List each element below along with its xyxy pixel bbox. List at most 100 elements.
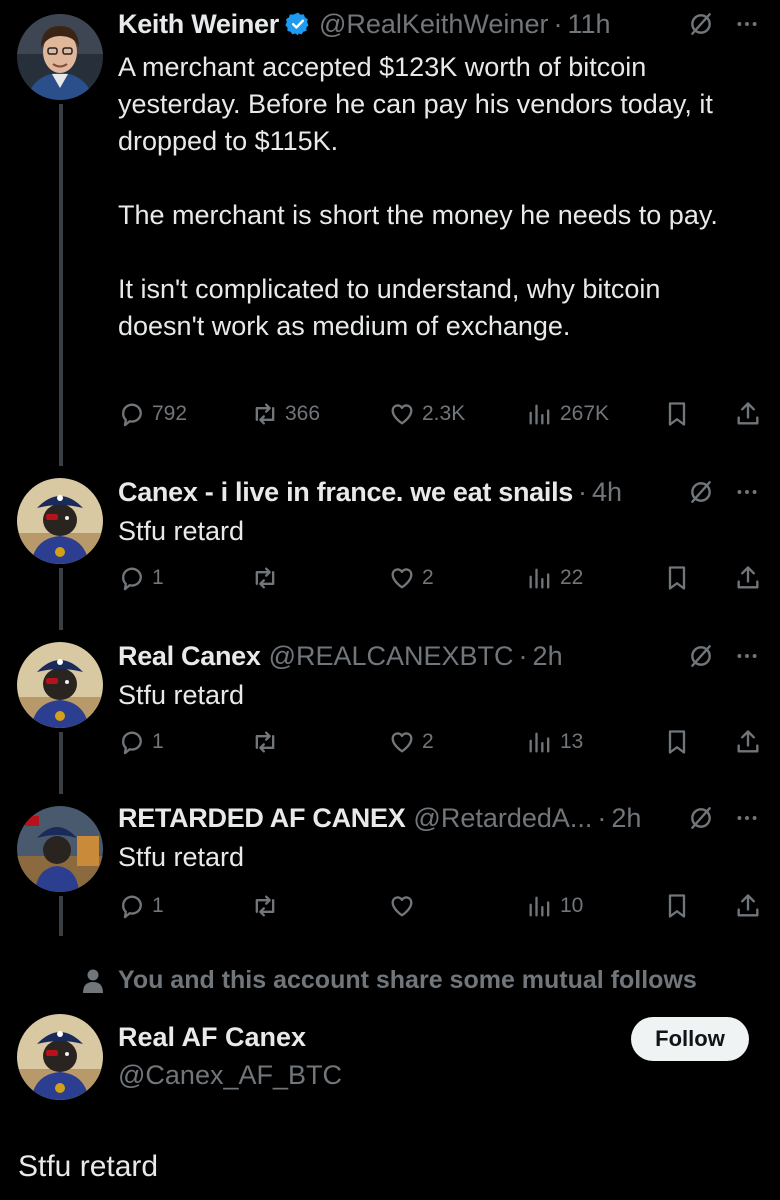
views-icon <box>529 404 550 425</box>
post-time[interactable]: 2h <box>533 641 563 672</box>
reply-button[interactable]: 1 <box>118 560 164 596</box>
views-icon <box>529 568 550 589</box>
like-count: 2 <box>422 566 434 589</box>
author-name[interactable]: Canex - i live in france. we eat snails <box>118 477 573 508</box>
author-name[interactable]: Real Canex <box>118 641 261 672</box>
like-button[interactable]: 2.3K <box>388 396 465 432</box>
repost-count: 366 <box>285 402 321 425</box>
bookmark-button[interactable] <box>663 724 691 760</box>
mutual-follows-text: You and this account share some mutual f… <box>118 966 697 994</box>
like-count: 2 <box>422 730 434 753</box>
reply-icon <box>122 731 142 755</box>
repost-icon <box>255 567 275 589</box>
views-button[interactable]: 22 <box>526 560 583 596</box>
reply-post[interactable]: RETARDED AF CANEX @RetardedA... · 2h Stf… <box>0 794 780 944</box>
repost-button[interactable] <box>251 888 285 924</box>
more-icon[interactable] <box>734 11 760 37</box>
reply-count: 1 <box>152 894 164 917</box>
post-time[interactable]: 4h <box>592 477 622 508</box>
share-icon <box>737 566 759 589</box>
post-header: Real Canex @REALCANEXBTC · 2h <box>118 638 760 674</box>
repost-icon <box>255 895 275 917</box>
view-count: 267K <box>560 402 610 425</box>
separator-dot: · <box>518 640 528 671</box>
avatar[interactable] <box>17 806 103 892</box>
grok-icon[interactable] <box>688 805 714 831</box>
views-icon <box>529 732 550 753</box>
post-actions: 792 366 2.3K 267K <box>118 396 762 432</box>
heart-icon <box>391 404 413 425</box>
like-count: 2.3K <box>422 402 466 425</box>
post-time[interactable]: 2h <box>611 803 641 834</box>
separator-dot: · <box>597 802 607 833</box>
views-button[interactable]: 10 <box>526 888 583 924</box>
post-actions: 1 10 <box>118 888 762 924</box>
bookmark-button[interactable] <box>663 560 691 596</box>
account-name[interactable]: Real AF Canex <box>118 1022 306 1053</box>
share-button[interactable] <box>734 560 762 596</box>
bookmark-button[interactable] <box>663 396 691 432</box>
repost-button[interactable]: 366 <box>251 396 320 432</box>
post-actions: 1 2 13 <box>118 724 762 760</box>
post-header: Canex - i live in france. we eat snails … <box>118 474 760 510</box>
repost-icon <box>255 403 275 425</box>
separator-dot: · <box>578 476 587 507</box>
share-button[interactable] <box>734 888 762 924</box>
bookmark-icon <box>668 894 686 918</box>
post-text: Stfu retard <box>118 516 245 546</box>
bookmark-icon <box>668 730 686 754</box>
like-button[interactable]: 2 <box>388 724 434 760</box>
views-button[interactable]: 13 <box>526 724 583 760</box>
avatar[interactable] <box>17 1014 103 1100</box>
heart-icon <box>391 732 413 753</box>
more-icon[interactable] <box>734 643 760 669</box>
follow-button[interactable]: Follow <box>631 1017 749 1061</box>
like-button[interactable] <box>388 888 422 924</box>
reply-post[interactable]: Canex - i live in france. we eat snails … <box>0 466 780 626</box>
bookmark-icon <box>668 566 686 590</box>
verified-badge-icon <box>285 11 311 37</box>
reply-icon <box>122 895 142 919</box>
reply-button[interactable]: 1 <box>118 724 164 760</box>
author-handle[interactable]: @RealKeithWeiner <box>319 9 549 40</box>
post-keith-weiner[interactable]: Keith Weiner @RealKeithWeiner · 11h A me… <box>0 0 780 460</box>
more-icon[interactable] <box>734 805 760 831</box>
repost-button[interactable] <box>251 724 285 760</box>
separator-dot: · <box>553 8 563 39</box>
views-button[interactable]: 267K <box>526 396 609 432</box>
more-icon[interactable] <box>734 479 760 505</box>
bookmark-button[interactable] <box>663 888 691 924</box>
views-icon <box>529 896 550 917</box>
avatar[interactable] <box>17 478 103 564</box>
view-count: 10 <box>560 894 584 917</box>
account-handle[interactable]: @Canex_AF_BTC <box>118 1060 342 1091</box>
reply-icon <box>122 567 142 591</box>
share-button[interactable] <box>734 396 762 432</box>
share-icon <box>737 894 759 917</box>
author-name[interactable]: Keith Weiner <box>118 9 279 40</box>
post-time[interactable]: 11h <box>567 9 610 40</box>
author-handle[interactable]: @REALCANEXBTC <box>269 641 514 672</box>
heart-icon <box>391 896 413 917</box>
post-text: Stfu retard <box>118 842 245 872</box>
grok-icon[interactable] <box>688 643 714 669</box>
like-button[interactable]: 2 <box>388 560 434 596</box>
reply-count: 1 <box>152 730 164 753</box>
post-text: Stfu retard <box>118 680 245 710</box>
mutual-follows-notice: You and this account share some mutual f… <box>82 966 697 995</box>
reply-post[interactable]: Real Canex @REALCANEXBTC · 2h Stfu retar… <box>0 630 780 790</box>
avatar[interactable] <box>17 14 103 100</box>
post-actions: 1 2 22 <box>118 560 762 596</box>
reply-button[interactable]: 792 <box>118 396 187 432</box>
post-header: RETARDED AF CANEX @RetardedA... · 2h <box>118 800 760 836</box>
post-text: Stfu retard <box>18 1150 159 1183</box>
reply-button[interactable]: 1 <box>118 888 164 924</box>
grok-icon[interactable] <box>688 479 714 505</box>
grok-icon[interactable] <box>688 11 714 37</box>
avatar[interactable] <box>17 642 103 728</box>
repost-button[interactable] <box>251 560 285 596</box>
share-button[interactable] <box>734 724 762 760</box>
author-name[interactable]: RETARDED AF CANEX <box>118 803 406 834</box>
view-count: 22 <box>560 566 584 589</box>
author-handle[interactable]: @RetardedA... <box>413 803 592 834</box>
